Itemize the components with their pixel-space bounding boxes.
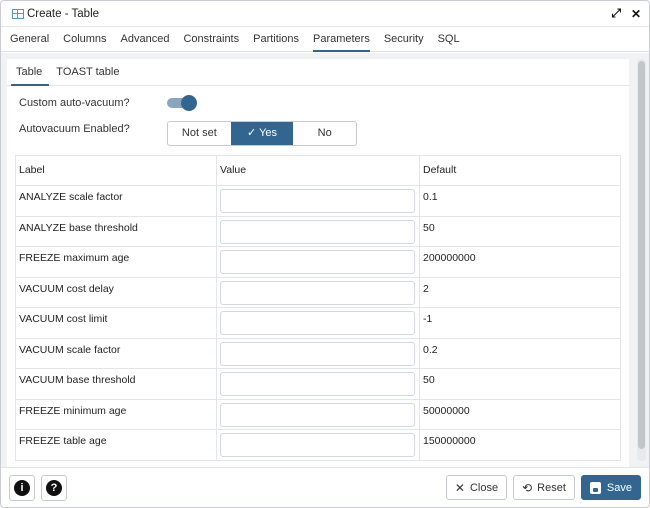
row-label: FREEZE maximum age	[15, 246, 217, 278]
row-label: ANALYZE scale factor	[15, 185, 217, 217]
info-icon: i	[14, 479, 30, 496]
table-row: VACUUM cost limit -1	[15, 307, 621, 339]
row-default: 50	[419, 215, 621, 247]
row-label: VACUUM cost limit	[15, 307, 217, 339]
row-default: 0.2	[419, 337, 621, 369]
reset-label: Reset	[537, 481, 566, 494]
header-default: Default	[419, 155, 621, 186]
tab-sql[interactable]: SQL	[431, 27, 467, 51]
autovacuum-enabled-label: Autovacuum Enabled?	[19, 123, 130, 135]
save-label: Save	[606, 481, 632, 494]
close-label: Close	[469, 481, 499, 494]
create-table-dialog: Create - Table ⤢ ✕ General Columns Advan…	[0, 0, 650, 508]
table-icon	[12, 8, 24, 19]
help-button[interactable]: ?	[41, 474, 67, 501]
row-label: ANALYZE base threshold	[15, 215, 217, 247]
value-input[interactable]	[220, 219, 415, 244]
dialog-title: Create - Table	[27, 7, 100, 20]
help-icon: ?	[46, 479, 62, 496]
grid-header-row: Label Value Default	[15, 155, 621, 186]
row-default: -1	[419, 307, 621, 339]
title-bar[interactable]: Create - Table ⤢ ✕	[1, 1, 649, 27]
row-label: VACUUM scale factor	[15, 337, 217, 369]
option-yes[interactable]: ✓ Yes	[230, 121, 294, 145]
option-yes-label: Yes	[259, 126, 278, 139]
custom-autovacuum-label: Custom auto-vacuum?	[19, 97, 130, 109]
vertical-scrollbar[interactable]	[637, 59, 646, 461]
check-icon: ✓	[246, 126, 257, 139]
row-label: FREEZE table age	[15, 429, 217, 461]
close-button[interactable]: ✕ Close	[445, 475, 508, 500]
tab-general[interactable]: General	[3, 27, 56, 51]
row-label: VACUUM cost delay	[15, 276, 217, 308]
table-row: VACUUM base threshold 50	[15, 368, 621, 400]
value-input[interactable]	[220, 189, 415, 213]
parameters-panel: Table TOAST table Custom auto-vacuum? Au…	[7, 59, 629, 467]
tab-advanced[interactable]: Advanced	[114, 27, 177, 51]
value-input[interactable]	[220, 372, 415, 396]
reset-icon: ⟲	[522, 480, 533, 495]
header-value: Value	[216, 155, 420, 186]
tab-parameters[interactable]: Parameters	[306, 27, 377, 52]
custom-autovacuum-row: Custom auto-vacuum?	[7, 88, 629, 118]
scrollbar-thumb[interactable]	[638, 61, 645, 449]
parameters-grid: Label Value Default ANALYZE scale factor…	[15, 155, 621, 461]
value-input[interactable]	[220, 280, 415, 305]
value-input[interactable]	[220, 250, 415, 274]
value-input[interactable]	[220, 433, 415, 457]
dialog-body: Table TOAST table Custom auto-vacuum? Au…	[1, 53, 649, 467]
tab-security[interactable]: Security	[377, 27, 431, 51]
autovacuum-enabled-selector: Not set ✓ Yes No	[167, 120, 357, 146]
row-default: 200000000	[419, 246, 621, 278]
dialog-footer: i ? ✕ Close ⟲ Reset Save	[1, 467, 649, 507]
table-row: FREEZE minimum age 50000000	[15, 398, 621, 430]
table-row: ANALYZE base threshold 50	[15, 215, 621, 247]
row-label: VACUUM base threshold	[15, 368, 217, 400]
sub-tabs: Table TOAST table	[7, 59, 629, 86]
row-default: 0.1	[419, 185, 621, 217]
maximize-icon[interactable]: ⤢	[611, 6, 621, 21]
value-input[interactable]	[220, 311, 415, 335]
table-row: VACUUM cost delay 2	[15, 276, 621, 308]
tab-columns[interactable]: Columns	[56, 27, 113, 51]
reset-button[interactable]: ⟲ Reset	[513, 475, 575, 500]
close-icon[interactable]: ✕	[631, 7, 641, 21]
subtab-toast-table[interactable]: TOAST table	[49, 59, 126, 85]
save-icon	[589, 481, 601, 494]
tab-constraints[interactable]: Constraints	[176, 27, 246, 51]
table-row: FREEZE table age 150000000	[15, 429, 621, 461]
row-default: 150000000	[419, 429, 621, 461]
table-row: ANALYZE scale factor 0.1	[15, 185, 621, 217]
row-default: 2	[419, 276, 621, 308]
option-no[interactable]: No	[293, 122, 356, 145]
header-label: Label	[15, 155, 217, 186]
autovacuum-enabled-row: Autovacuum Enabled? Not set ✓ Yes No	[7, 118, 629, 148]
row-default: 50	[419, 368, 621, 400]
tab-partitions[interactable]: Partitions	[246, 27, 306, 51]
custom-autovacuum-toggle[interactable]	[167, 95, 197, 111]
value-input[interactable]	[220, 402, 415, 427]
info-button[interactable]: i	[9, 474, 35, 501]
main-tabs: General Columns Advanced Constraints Par…	[1, 27, 649, 52]
table-row: FREEZE maximum age 200000000	[15, 246, 621, 278]
table-row: VACUUM scale factor 0.2	[15, 337, 621, 369]
row-label: FREEZE minimum age	[15, 398, 217, 430]
toggle-knob	[181, 95, 197, 111]
option-not-set[interactable]: Not set	[168, 122, 231, 145]
subtab-table[interactable]: Table	[9, 59, 50, 86]
value-input[interactable]	[220, 341, 415, 366]
close-x-icon: ✕	[454, 480, 465, 495]
save-button[interactable]: Save	[580, 475, 641, 500]
row-default: 50000000	[419, 398, 621, 430]
